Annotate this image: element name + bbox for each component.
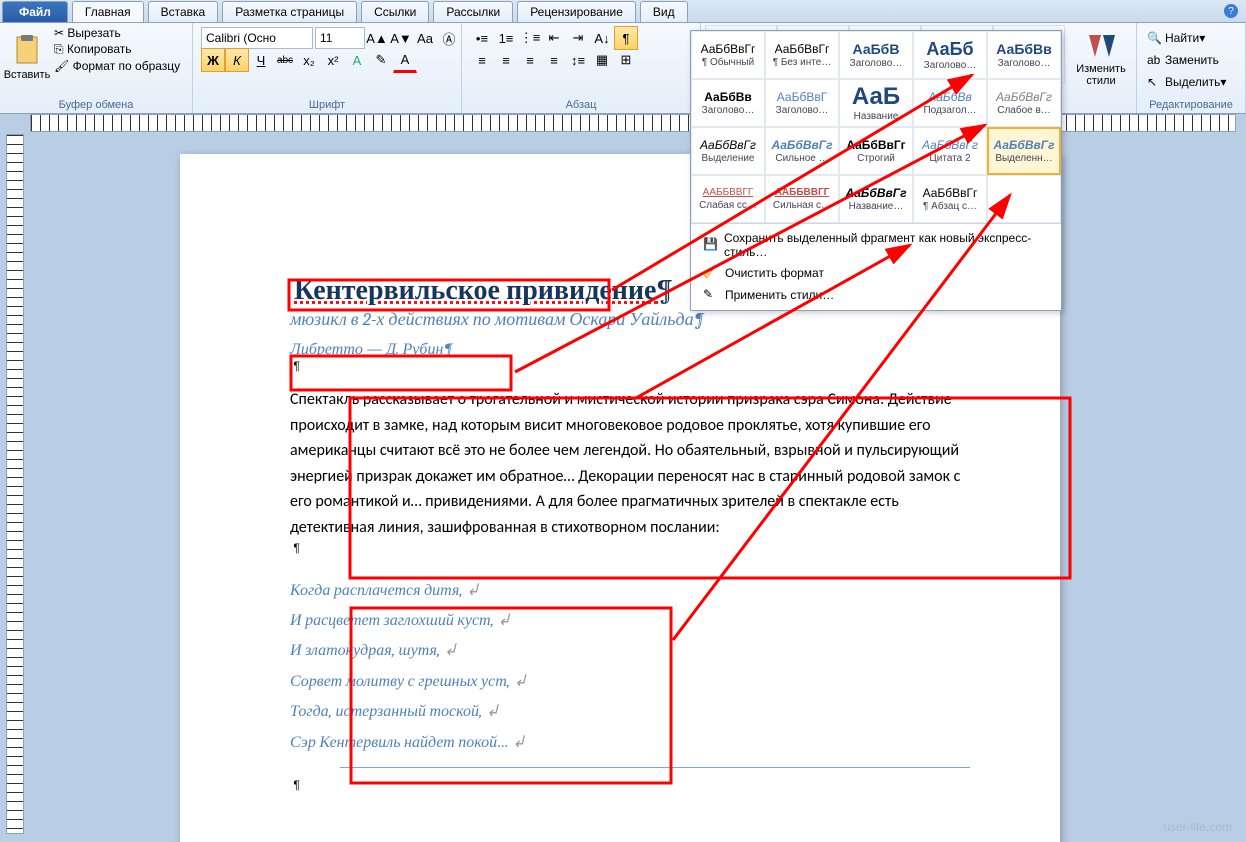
select-button[interactable]: ↖Выделить ▾ — [1143, 71, 1230, 93]
sort-button[interactable]: A↓ — [590, 26, 614, 50]
tab-home[interactable]: Главная — [72, 1, 144, 22]
bullets-button[interactable]: •≡ — [470, 26, 494, 50]
clear-format-button[interactable]: Ⓐ — [437, 26, 461, 50]
empty-para[interactable] — [290, 541, 970, 555]
style-option[interactable]: АаБбВвГг¶ Абзац с… — [913, 175, 987, 223]
style-option[interactable]: АаБбВвГгЦитата 2 — [913, 127, 987, 175]
style-option[interactable] — [987, 175, 1061, 223]
copy-button[interactable]: ⎘ Копировать — [50, 41, 180, 58]
shading-button[interactable]: ▦ — [590, 48, 614, 72]
cut-button[interactable]: ✂ Вырезать — [50, 25, 180, 41]
style-option[interactable]: АаБбВвГг¶ Без инте… — [765, 31, 839, 79]
ribbon-tabs: Файл Главная Вставка Разметка страницы С… — [0, 0, 1246, 22]
italic-button[interactable]: К — [225, 48, 249, 72]
style-option[interactable]: АаБбВвПодзагол… — [913, 79, 987, 127]
find-button[interactable]: 🔍Найти ▾ — [1143, 27, 1209, 49]
empty-para[interactable] — [290, 359, 970, 373]
superscript-button[interactable]: x² — [321, 48, 345, 72]
style-option[interactable]: АаБбВвГгНазвание… — [839, 175, 913, 223]
style-option[interactable]: АаБбВвГЗаголово… — [765, 79, 839, 127]
multilevel-button[interactable]: ⋮≡ — [518, 26, 542, 50]
underline-button[interactable]: Ч — [249, 48, 273, 72]
strike-button[interactable]: abc — [273, 48, 297, 72]
group-label: Буфер обмена — [0, 99, 192, 111]
subscript-button[interactable]: x₂ — [297, 48, 321, 72]
empty-para[interactable] — [290, 778, 970, 792]
style-option[interactable]: АаБбВвГгСтрогий — [839, 127, 913, 175]
style-option[interactable]: АаБбВвГгВыделение — [691, 127, 765, 175]
show-marks-button[interactable]: ¶ — [614, 26, 638, 50]
style-option[interactable]: АаБбВвЗаголово… — [987, 31, 1061, 79]
group-label: Абзац — [462, 99, 700, 111]
text-effects-button[interactable]: A — [345, 48, 369, 72]
font-color-button[interactable]: A — [393, 47, 417, 73]
font-family-input[interactable] — [201, 27, 313, 49]
tab-layout[interactable]: Разметка страницы — [222, 1, 357, 22]
style-option[interactable]: АаБбВвГгВыделенн… — [987, 127, 1061, 175]
paste-button[interactable]: Вставить — [4, 25, 50, 91]
borders-button[interactable]: ⊞ — [614, 48, 638, 72]
align-center-button[interactable]: ≡ — [494, 48, 518, 72]
styles-icon — [1085, 29, 1117, 61]
clear-format-action[interactable]: 🧹Очистить формат — [699, 262, 1053, 284]
group-editing: 🔍Найти ▾ abЗаменить ↖Выделить ▾ Редактир… — [1137, 23, 1246, 113]
style-option[interactable]: АаБбВвГг¶ Обычный — [691, 31, 765, 79]
line-spacing-button[interactable]: ↕≡ — [566, 48, 590, 72]
style-option[interactable]: АаБбВЗаголово… — [839, 31, 913, 79]
bold-button[interactable]: Ж — [201, 48, 225, 72]
grow-font-button[interactable]: A▲ — [365, 26, 389, 50]
doc-author[interactable]: Либретто — Д. Рубин — [290, 340, 970, 359]
style-option[interactable]: АаБбВвГгСлабое в… — [987, 79, 1061, 127]
style-option[interactable]: АаБбВвГгСильное … — [765, 127, 839, 175]
doc-body[interactable]: Спектакль рассказывает о трогательной и … — [290, 387, 970, 541]
group-font: A▲ A▼ Aa Ⓐ Ж К Ч abc x₂ x² A ✎ A Шрифт — [193, 23, 462, 113]
style-option[interactable]: ААББВВГГСлабая сс… — [691, 175, 765, 223]
font-size-input[interactable] — [315, 27, 365, 49]
doc-subtitle[interactable]: мюзикл в 2-х действиях по мотивам Оскара… — [290, 309, 970, 330]
replace-button[interactable]: abЗаменить — [1143, 49, 1223, 71]
justify-button[interactable]: ≡ — [542, 48, 566, 72]
tab-insert[interactable]: Вставка — [148, 1, 219, 22]
apply-styles-action[interactable]: ✎Применить стили… — [699, 284, 1053, 306]
tab-view[interactable]: Вид — [640, 1, 688, 22]
align-right-button[interactable]: ≡ — [518, 48, 542, 72]
vertical-ruler[interactable] — [6, 134, 24, 834]
align-left-button[interactable]: ≡ — [470, 48, 494, 72]
watermark: user-life.com — [1163, 820, 1232, 834]
outdent-button[interactable]: ⇤ — [542, 26, 566, 50]
indent-button[interactable]: ⇥ — [566, 26, 590, 50]
save-quick-style[interactable]: 💾Сохранить выделенный фрагмент как новый… — [699, 228, 1053, 262]
format-painter-button[interactable]: 🖌 Формат по образцу — [50, 58, 180, 74]
group-label: Редактирование — [1137, 99, 1245, 111]
doc-title[interactable]: Кентервильское привидение — [290, 272, 677, 308]
doc-verse[interactable]: Когда расплачется дитя, ↲И расцветет заг… — [290, 575, 970, 757]
tab-review[interactable]: Рецензирование — [517, 1, 636, 22]
group-clipboard: Вставить ✂ Вырезать ⎘ Копировать 🖌 Форма… — [0, 23, 193, 113]
style-option[interactable]: АаБНазвание — [839, 79, 913, 127]
help-icon[interactable]: ? — [1224, 4, 1238, 18]
style-option[interactable]: АаБбЗаголово… — [913, 31, 987, 79]
tab-references[interactable]: Ссылки — [361, 1, 429, 22]
style-option[interactable]: ААББВВГГСильная с… — [765, 175, 839, 223]
style-option[interactable]: АаБбВвЗаголово… — [691, 79, 765, 127]
highlight-button[interactable]: ✎ — [369, 48, 393, 72]
tab-mailings[interactable]: Рассылки — [433, 1, 513, 22]
tab-file[interactable]: Файл — [2, 1, 68, 22]
group-paragraph: •≡ 1≡ ⋮≡ ⇤ ⇥ A↓ ¶ ≡ ≡ ≡ ≡ ↕≡ ▦ ⊞ Абзац — [462, 23, 701, 113]
styles-gallery-dropdown: АаБбВвГг¶ ОбычныйАаБбВвГг¶ Без инте…АаБб… — [690, 30, 1062, 311]
change-styles-button[interactable]: Изменить стили — [1071, 25, 1131, 91]
group-label: Шрифт — [193, 99, 461, 111]
paste-icon — [11, 35, 43, 67]
numbering-button[interactable]: 1≡ — [494, 26, 518, 50]
